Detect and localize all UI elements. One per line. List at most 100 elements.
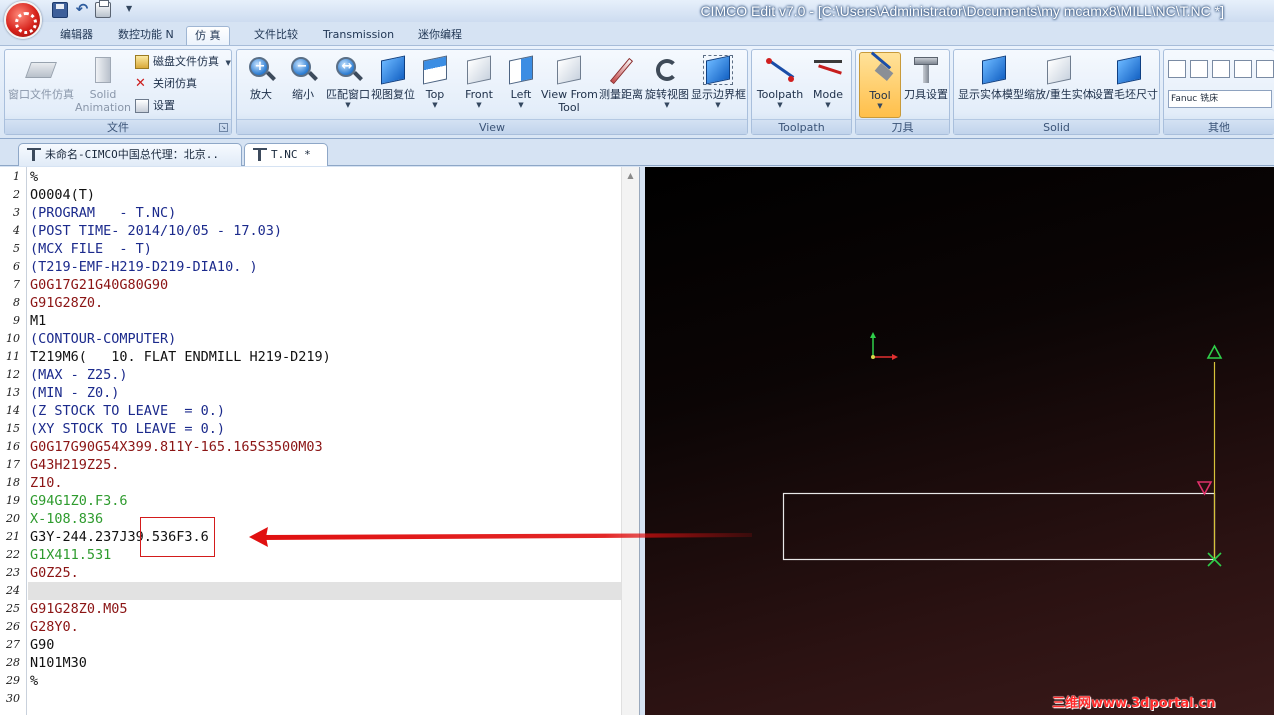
line-number: 29 — [6, 674, 20, 687]
measure-distance-button[interactable]: 测量距离 — [599, 54, 643, 101]
code-line[interactable]: (T219-EMF-H219-D219-DIA10. ) — [30, 258, 258, 276]
doc-tab-t-nc[interactable]: T.NC * — [244, 143, 328, 166]
code-line[interactable]: % — [30, 672, 38, 690]
code-line[interactable]: G1X411.531 — [30, 546, 111, 564]
code-line[interactable]: (PROGRAM - T.NC) — [30, 204, 176, 222]
solid-animation-icon — [87, 54, 119, 86]
code-line[interactable]: G91G28Z0.M05 — [30, 600, 128, 618]
rotate-view-button[interactable]: 旋转视图 ▼ — [645, 54, 689, 109]
tab-mini-programming[interactable]: 迷你编程 — [410, 26, 470, 46]
code-line[interactable]: G0Z25. — [30, 564, 79, 582]
close-sim-icon: ✕ — [135, 76, 146, 91]
line-number: 14 — [6, 404, 20, 417]
solid-animation-button[interactable]: Solid Animation — [73, 54, 133, 114]
line-number: 2 — [13, 188, 20, 201]
settings-button[interactable]: 设置 — [135, 97, 175, 115]
zoom-out-icon: − — [287, 54, 319, 86]
window-sim-icon — [24, 54, 57, 86]
code-line[interactable]: (XY STOCK TO LEAVE = 0.) — [30, 420, 225, 438]
view-left-button[interactable]: Left ▼ — [503, 54, 539, 109]
grid-icon[interactable] — [1190, 60, 1208, 78]
doc-tab-untitled[interactable]: 未命名-CIMCO中国总代理：北京.. — [18, 143, 242, 166]
vertical-scrollbar[interactable]: ▲ — [621, 167, 639, 715]
customize-icon[interactable]: ▼ — [126, 2, 142, 18]
line-number: 8 — [13, 296, 20, 309]
line-number: 17 — [6, 458, 20, 471]
stock-size-button[interactable]: 设置毛坯尺寸 — [1092, 54, 1158, 101]
close-sim-button[interactable]: ✕ 关闭仿真 — [135, 75, 197, 93]
tab-transmission[interactable]: Transmission — [315, 26, 402, 46]
code-line[interactable]: N101M30 — [30, 654, 87, 672]
axis-triad-icon — [870, 332, 898, 360]
line-number: 10 — [6, 332, 20, 345]
line-number: 24 — [6, 584, 20, 597]
tab-editor[interactable]: 编辑器 — [52, 26, 101, 46]
code-line[interactable]: (MCX FILE - T) — [30, 240, 152, 258]
tool-button[interactable]: Tool ▼ — [859, 51, 901, 118]
zoom-in-button[interactable]: + 放大 — [243, 54, 279, 101]
code-line[interactable]: (CONTOUR-COMPUTER) — [30, 330, 176, 348]
code-line[interactable]: G94G1Z0.F3.6 — [30, 492, 128, 510]
disk-file-sim-button[interactable]: 磁盘文件仿真 ▼ — [135, 53, 231, 71]
simulation-viewport[interactable] — [645, 167, 1274, 715]
view-top-button[interactable]: Top ▼ — [417, 54, 453, 109]
code-line[interactable]: G43H219Z25. — [30, 456, 119, 474]
code-line[interactable]: (POST TIME- 2014/10/05 - 17.03) — [30, 222, 282, 240]
tool-start-marker — [1206, 344, 1223, 359]
code-line[interactable]: G90 — [30, 636, 54, 654]
view-from-tool-button[interactable]: View From Tool — [541, 54, 598, 114]
chevron-down-icon: ▼ — [432, 101, 438, 109]
code-line[interactable]: G0G17G21G40G80G90 — [30, 276, 168, 294]
settings-icon — [135, 99, 149, 113]
tab-file-compare[interactable]: 文件比较 — [246, 26, 306, 46]
layout-icon[interactable] — [1234, 60, 1252, 78]
line-number: 15 — [6, 422, 20, 435]
zoom-out-button[interactable]: − 缩小 — [285, 54, 321, 101]
pattern-icon[interactable] — [1256, 60, 1274, 78]
toolpath-button[interactable]: Toolpath ▼ — [756, 54, 804, 109]
code-line[interactable]: (MAX - Z25.) — [30, 366, 128, 384]
chevron-down-icon: ▼ — [345, 101, 351, 109]
code-line[interactable]: G28Y0. — [30, 618, 79, 636]
document-tab-strip: 未命名-CIMCO中国总代理：北京.. T.NC * — [0, 139, 1274, 166]
code-line[interactable]: % — [30, 168, 38, 186]
code-editor[interactable]: 1 2 3 4 5 6 7 8 9 10 11 12 13 14 15 16 17 18 19 20 21 22 23 24 2… — [0, 167, 640, 715]
code-line[interactable]: T219M6( 10. FLAT ENDMILL H219-D219) — [30, 348, 331, 366]
code-line[interactable]: M1 — [30, 312, 46, 330]
save-icon[interactable] — [52, 2, 68, 18]
print-icon[interactable] — [95, 0, 111, 18]
zoom-fit-button[interactable]: ↔ 匹配窗口 ▼ — [325, 54, 371, 109]
show-solid-button[interactable]: 显示实体模型 — [958, 54, 1024, 101]
dialog-launcher-icon[interactable]: ↘ — [219, 123, 228, 132]
view-reset-button[interactable]: 视图复位 — [371, 54, 415, 101]
code-line[interactable]: G0G17G90G54X399.811Y-165.165S3500M03 — [30, 438, 323, 456]
code-line[interactable]: Z10. — [30, 474, 63, 492]
tool-icon — [864, 51, 896, 87]
tab-nc-functions[interactable]: 数控功能 N — [110, 26, 182, 46]
code-line[interactable]: O0004(T) — [30, 186, 95, 204]
code-line[interactable]: (Z STOCK TO LEAVE = 0.) — [30, 402, 225, 420]
bounding-box-button[interactable]: 显示边界框 ▼ — [691, 54, 746, 109]
view-front-button[interactable]: Front ▼ — [459, 54, 499, 109]
title-bar: ↶ ▼ CIMCO Edit v7.0 - [C:\Users\Administ… — [0, 0, 1274, 39]
mode-button[interactable]: Mode ▼ — [806, 54, 850, 109]
window-file-sim-button[interactable]: 窗口文件仿真 — [8, 54, 74, 101]
app-menu-button[interactable] — [4, 1, 42, 39]
regen-solid-button[interactable]: 缩放/重生实体 — [1024, 54, 1094, 101]
zoom-fit-icon: ↔ — [332, 54, 364, 86]
tool-settings-icon — [910, 54, 942, 86]
code-line[interactable]: (MIN - Z0.) — [30, 384, 119, 402]
regen-solid-icon — [1041, 54, 1073, 86]
code-line[interactable]: G91G28Z0. — [30, 294, 103, 312]
machine-select[interactable]: Fanuc 铣床 — [1168, 90, 1272, 108]
undo-icon[interactable]: ↶ — [74, 2, 90, 18]
line-number: 30 — [6, 692, 20, 705]
line-icon[interactable] — [1168, 60, 1186, 78]
code-line[interactable]: X-108.836 — [30, 510, 103, 528]
line-number: 28 — [6, 656, 20, 669]
tool-settings-button[interactable]: 刀具设置 — [904, 54, 948, 101]
window-icon[interactable] — [1212, 60, 1230, 78]
line-number: 19 — [6, 494, 20, 507]
tab-simulation[interactable]: 仿 真 — [186, 26, 230, 46]
scroll-up-icon[interactable]: ▲ — [622, 169, 639, 183]
